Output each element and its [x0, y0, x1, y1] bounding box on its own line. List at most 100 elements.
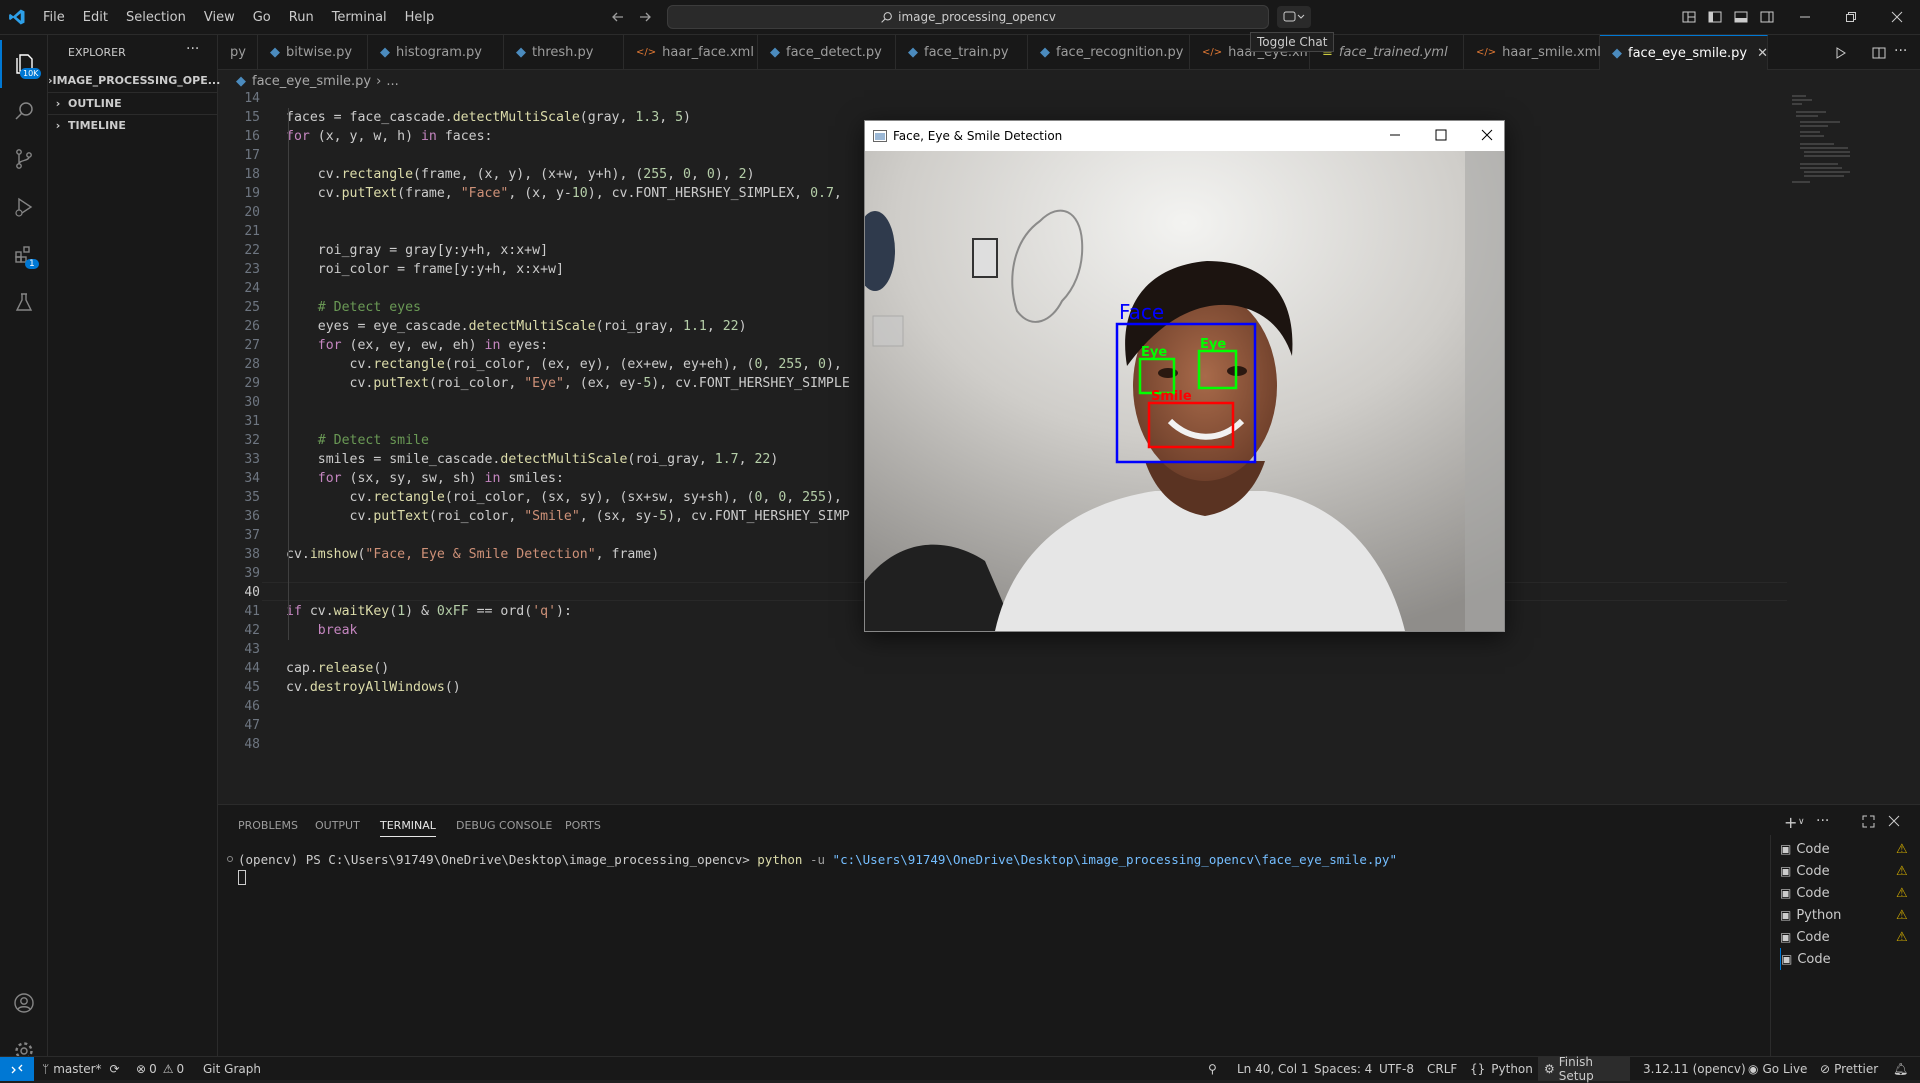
tab-haar-smile[interactable]: </> haar_smile.xml	[1464, 35, 1601, 70]
explorer-icon[interactable]: 10K	[0, 40, 48, 88]
opencv-window[interactable]: Face, Eye & Smile Detection Face Eye Eye…	[864, 120, 1505, 632]
menu-file[interactable]: File	[34, 10, 74, 25]
customize-layout-icon[interactable]	[1678, 6, 1700, 28]
title-bar: File Edit Selection View Go Run Terminal…	[0, 0, 1920, 52]
more-actions-icon[interactable]: ···	[186, 41, 199, 57]
tab-debug-console[interactable]: DEBUG CONSOLE	[456, 819, 552, 832]
split-editor-icon[interactable]	[1868, 42, 1890, 64]
line-ending[interactable]: CRLF	[1427, 1057, 1457, 1081]
terminal-list-item[interactable]: ▣ Code ⚠	[1780, 882, 1920, 904]
minimap[interactable]	[1790, 92, 1880, 187]
new-terminal-icon[interactable]: +	[1784, 813, 1797, 832]
tab-output[interactable]: OUTPUT	[315, 819, 360, 832]
tab-bitwise[interactable]: ◆ bitwise.py	[258, 35, 368, 70]
maximize-panel-icon[interactable]	[1862, 815, 1875, 828]
tab-thresh[interactable]: ◆ thresh.py	[504, 35, 624, 70]
prettier-button[interactable]: ⊘ Prettier	[1820, 1057, 1878, 1081]
line-number: 28	[244, 357, 260, 372]
go-live-button[interactable]: ◉ Go Live	[1748, 1057, 1807, 1081]
finish-setup-button[interactable]: ⚙ Finish Setup	[1538, 1055, 1630, 1083]
forward-arrow-icon[interactable]	[634, 6, 656, 28]
tab-face-recognition[interactable]: ◆ face_recognition.py	[1028, 35, 1190, 70]
tab-histogram[interactable]: ◆ histogram.py	[368, 35, 504, 70]
cursor-position[interactable]: Ln 40, Col 1	[1237, 1057, 1309, 1081]
sidebar-section-timeline[interactable]: › TIMELINE	[48, 114, 218, 136]
toggle-panel-icon[interactable]	[1730, 6, 1752, 28]
editor-more-icon[interactable]: ···	[1894, 43, 1907, 59]
search-view-icon[interactable]	[0, 87, 48, 135]
python-icon: ◆	[1040, 45, 1050, 60]
location-pin-icon[interactable]: ⚲	[1208, 1057, 1217, 1081]
problems-indicator[interactable]: ⊗ 0 ⚠ 0	[136, 1057, 184, 1081]
tab-face-train[interactable]: ◆ face_train.py	[896, 35, 1028, 70]
terminal-list-item[interactable]: ▣ Code ⚠	[1780, 838, 1920, 860]
opencv-window-titlebar[interactable]: Face, Eye & Smile Detection	[865, 121, 1504, 151]
encoding[interactable]: UTF-8	[1379, 1057, 1414, 1081]
testing-flask-icon[interactable]	[0, 279, 48, 327]
line-number: 46	[244, 699, 260, 714]
branch-indicator[interactable]: ᛘ master* ⟳	[42, 1057, 120, 1081]
menu-help[interactable]: Help	[396, 10, 444, 25]
tab-haar-face[interactable]: </> haar_face.xml	[624, 35, 758, 70]
sidebar-section-outline[interactable]: › OUTLINE	[48, 92, 218, 114]
menu-edit[interactable]: Edit	[74, 10, 117, 25]
notifications-bell-icon[interactable]: 🔔︎	[1893, 1057, 1908, 1081]
chevron-down-icon[interactable]: ∨	[1798, 817, 1805, 827]
terminal-list-item[interactable]: ▣ Python ⚠	[1780, 904, 1920, 926]
language-mode[interactable]: {} Python	[1470, 1057, 1533, 1081]
source-control-icon[interactable]	[0, 135, 48, 183]
sidebar-section-workspace[interactable]: › IMAGE_PROCESSING_OPE...	[48, 69, 220, 91]
breadcrumb-symbols[interactable]: ...	[386, 74, 398, 89]
back-arrow-icon[interactable]	[607, 6, 629, 28]
tab-terminal[interactable]: TERMINAL	[380, 819, 436, 837]
cv-minimize-icon[interactable]	[1385, 125, 1405, 145]
tab-py[interactable]: py	[218, 35, 258, 70]
terminal-list-label: Code	[1796, 929, 1830, 945]
run-file-icon[interactable]	[1830, 42, 1852, 64]
toggle-primary-sidebar-icon[interactable]	[1704, 6, 1726, 28]
minimize-icon[interactable]	[1794, 6, 1816, 28]
indentation[interactable]: Spaces: 4	[1314, 1057, 1372, 1081]
terminal-list-item[interactable]: ▣ Code ⚠	[1780, 860, 1920, 882]
remote-indicator[interactable]	[0, 1057, 34, 1081]
sidebar-section-label: TIMELINE	[68, 119, 126, 132]
line-number: 43	[244, 642, 260, 657]
close-panel-icon[interactable]	[1888, 815, 1900, 827]
toggle-chat-button[interactable]	[1277, 6, 1311, 28]
accounts-icon[interactable]	[0, 979, 48, 1027]
menu-go[interactable]: Go	[244, 10, 280, 25]
python-interpreter[interactable]: 3.12.11 (opencv)	[1643, 1057, 1746, 1081]
menu-view[interactable]: View	[195, 10, 244, 25]
toggle-secondary-sidebar-icon[interactable]	[1756, 6, 1778, 28]
command-center-search[interactable]: image_processing_opencv	[667, 5, 1269, 29]
cv-close-icon[interactable]	[1477, 125, 1497, 145]
panel-more-icon[interactable]: ···	[1816, 813, 1829, 829]
restore-icon[interactable]	[1840, 6, 1862, 28]
terminal-path: "c:\Users\91749\OneDrive\Desktop\image_p…	[832, 852, 1397, 867]
terminal-list-item[interactable]: ▣ Code ⚠	[1780, 926, 1920, 948]
status-bar: ᛘ master* ⟳ ⊗ 0 ⚠ 0 Git Graph ⚲ Ln 40, Col…	[0, 1055, 1920, 1083]
terminal-command-line[interactable]: (opencv) PS C:\Users\91749\OneDrive\Desk…	[238, 852, 1397, 867]
run-debug-icon[interactable]	[0, 183, 48, 231]
code-line: smiles = smile_cascade.detectMultiScale(…	[286, 452, 779, 467]
prettier-icon: ⊘	[1820, 1062, 1831, 1076]
tab-problems[interactable]: PROBLEMS	[238, 819, 298, 832]
close-window-icon[interactable]	[1886, 6, 1908, 28]
sync-icon[interactable]: ⟳	[110, 1062, 120, 1076]
tab-face-eye-smile[interactable]: ◆ face_eye_smile.py ✕	[1600, 35, 1768, 70]
tab-label: py	[230, 45, 246, 60]
cv-maximize-icon[interactable]	[1431, 125, 1451, 145]
tab-ports[interactable]: PORTS	[565, 819, 601, 832]
terminal-cursor	[238, 870, 246, 885]
xml-icon: </>	[1202, 47, 1223, 58]
tab-face-detect[interactable]: ◆ face_detect.py	[758, 35, 896, 70]
terminal-command: python	[757, 852, 803, 867]
menu-selection[interactable]: Selection	[117, 10, 195, 25]
menu-terminal[interactable]: Terminal	[323, 10, 396, 25]
close-tab-icon[interactable]: ✕	[1757, 46, 1768, 61]
terminal-list-item[interactable]: ▣ Code	[1780, 948, 1920, 970]
breadcrumb-file[interactable]: face_eye_smile.py	[252, 74, 371, 89]
menu-run[interactable]: Run	[280, 10, 323, 25]
extensions-icon[interactable]: 1	[0, 231, 48, 279]
git-graph-button[interactable]: Git Graph	[203, 1057, 261, 1081]
